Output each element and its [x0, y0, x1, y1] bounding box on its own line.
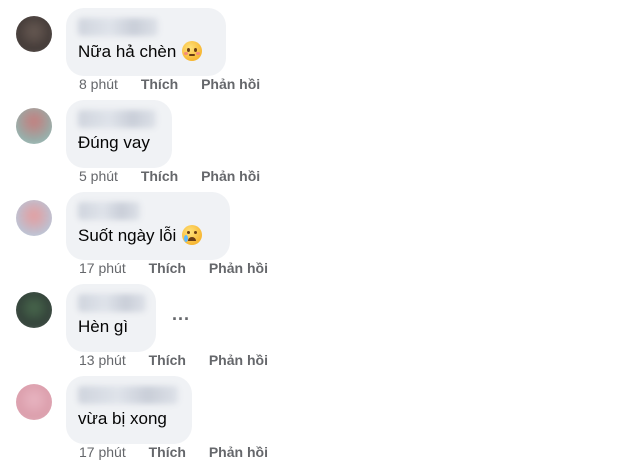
author-name-blurred[interactable] — [78, 386, 178, 404]
comment-meta: 8 phút Thích Phản hồi — [79, 76, 260, 92]
author-name-blurred[interactable] — [78, 110, 156, 128]
like-button[interactable]: Thích — [141, 76, 178, 92]
comment-bubble: Đúng vay — [66, 100, 172, 168]
like-button[interactable]: Thích — [149, 260, 186, 276]
comment-item: vừa bị xong 17 phút Thích Phản hồi — [0, 376, 620, 468]
more-options-button[interactable]: ... — [172, 304, 190, 325]
avatar[interactable] — [16, 16, 52, 52]
reply-button[interactable]: Phản hồi — [209, 352, 268, 368]
crying-face-icon — [182, 225, 203, 245]
like-button[interactable]: Thích — [141, 168, 178, 184]
comment-item: Nữa hả chèn 8 phút Thích Phản hồi — [0, 8, 620, 100]
comment-time[interactable]: 8 phút — [79, 76, 118, 92]
comment-item: Hèn gì ... 13 phút Thích Phản hồi — [0, 284, 620, 376]
comment-meta: 13 phút Thích Phản hồi — [79, 352, 268, 368]
comment-bubble: Hèn gì — [66, 284, 156, 352]
comment-bubble: Nữa hả chèn — [66, 8, 226, 76]
avatar[interactable] — [16, 108, 52, 144]
avatar[interactable] — [16, 292, 52, 328]
author-name-blurred[interactable] — [78, 294, 146, 312]
comment-bubble: Suốt ngày lỗi — [66, 192, 230, 260]
comment-time[interactable]: 17 phút — [79, 444, 126, 460]
reply-button[interactable]: Phản hồi — [201, 76, 260, 92]
like-button[interactable]: Thích — [149, 444, 186, 460]
avatar[interactable] — [16, 384, 52, 420]
flushed-face-icon — [182, 41, 203, 61]
comment-meta: 17 phút Thích Phản hồi — [79, 444, 268, 460]
author-name-blurred[interactable] — [78, 18, 158, 36]
reply-button[interactable]: Phản hồi — [209, 444, 268, 460]
author-name-blurred[interactable] — [78, 202, 140, 220]
comment-text: Hèn gì — [78, 317, 129, 336]
comment-text: Đúng vay — [78, 133, 150, 152]
reply-button[interactable]: Phản hồi — [209, 260, 268, 276]
comment-time[interactable]: 13 phút — [79, 352, 126, 368]
comment-meta: 5 phút Thích Phản hồi — [79, 168, 260, 184]
comment-text: vừa bị xong — [78, 409, 167, 428]
comment-bubble: vừa bị xong — [66, 376, 192, 444]
comment-time[interactable]: 5 phút — [79, 168, 118, 184]
comment-item: Đúng vay 5 phút Thích Phản hồi — [0, 100, 620, 192]
comment-time[interactable]: 17 phút — [79, 260, 126, 276]
reply-button[interactable]: Phản hồi — [201, 168, 260, 184]
comment-text: Nữa hả chèn — [78, 41, 203, 62]
comment-text: Suốt ngày lỗi — [78, 225, 203, 246]
comment-item: Suốt ngày lỗi 17 phút Thích Phản hồi — [0, 192, 620, 284]
like-button[interactable]: Thích — [149, 352, 186, 368]
avatar[interactable] — [16, 200, 52, 236]
comment-meta: 17 phút Thích Phản hồi — [79, 260, 268, 276]
